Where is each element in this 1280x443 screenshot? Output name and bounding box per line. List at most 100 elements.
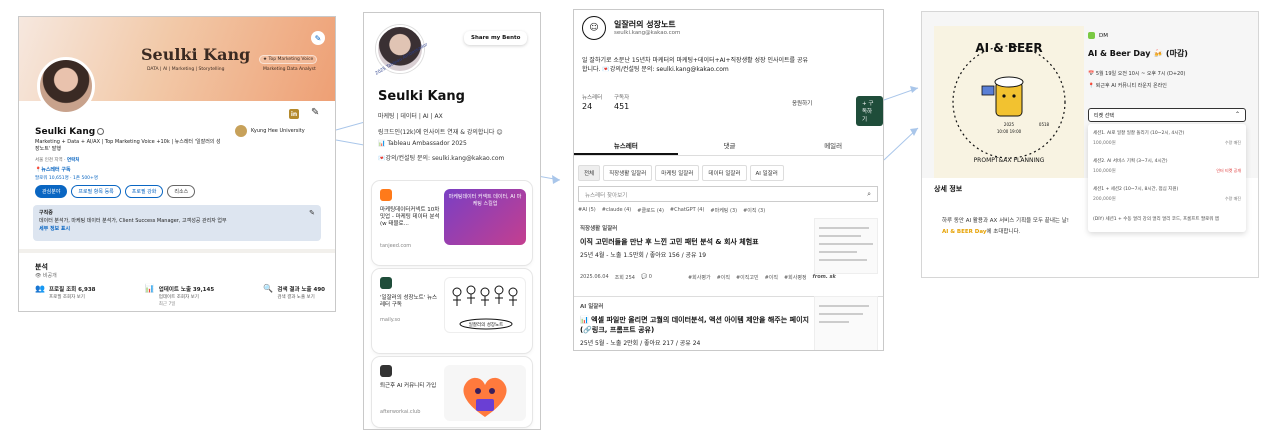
newsletter-search-input[interactable]: 뉴스레터 찾아보기 ⌕: [578, 186, 878, 202]
chip-all[interactable]: 전체: [578, 165, 601, 181]
tag[interactable]: #클로드 (4): [637, 207, 664, 214]
tag[interactable]: #마케팅 (3): [710, 207, 737, 214]
tag[interactable]: #ChatGPT (4): [670, 207, 705, 214]
newsletter-subscribe-link[interactable]: 📍뉴스레터 구독: [35, 166, 71, 173]
stat-sub: 프로필 조회자 보기: [48, 295, 85, 300]
thumbnail-caption: 일잘러의 성장노트: [469, 321, 504, 328]
profile-name: Seulki Kang: [35, 127, 105, 137]
bento-card-community[interactable]: 퇴근후 AI 커뮤니티 가입 afterworkai.club: [372, 357, 532, 427]
school-link[interactable]: Kyung Hee University: [235, 125, 305, 137]
share-bento-button[interactable]: Share my Bento: [464, 31, 528, 45]
bento-profile-panel: 2025 Tableau Ambassador Share my Bento S…: [363, 12, 541, 430]
tag[interactable]: #claude (4): [602, 207, 631, 214]
chip-marketing[interactable]: 마케팅 일잘러: [655, 165, 700, 181]
maily-icon: [380, 277, 392, 289]
resources-button[interactable]: 리소스: [167, 185, 196, 198]
tag-list: #AI (5) #claude (4) #클로드 (4) #ChatGPT (4…: [578, 207, 765, 214]
ticket-option[interactable]: 세션1 + 세션2 (10~7시, 8시간, 점심 지원) 200,000원 수…: [1093, 186, 1241, 202]
detail-title: 상세 정보: [934, 185, 963, 193]
poster-subtitle: PROMPT&AX PLANNING: [974, 157, 1045, 164]
bento-card-newsletter[interactable]: '일잘러의 성장노트' 뉴스레터 구독 maily.so 일잘러의 성장노트: [372, 269, 532, 353]
newsletter-panel: ☺ 일잘러의 성장노트 seulki.kang@kakao.com 일 잘하기로…: [573, 9, 884, 351]
post-tag[interactable]: #회사평정: [784, 274, 807, 281]
card-url: tanjeed.com: [380, 243, 412, 249]
card-title: '일잘러의 성장노트' 뉴스레터 구독: [380, 295, 438, 308]
contact-info-link[interactable]: 연락처: [67, 158, 79, 163]
tab-mailer[interactable]: 메일러: [781, 134, 883, 155]
post-author: from. sk: [812, 274, 836, 280]
tab-comments[interactable]: 댓글: [678, 134, 782, 155]
ticket-select[interactable]: 티켓 선택 ⌃: [1088, 108, 1246, 122]
post-comments: 💬 0: [640, 274, 652, 280]
chip-data[interactable]: 데이터 일잘러: [702, 165, 747, 181]
search-icon[interactable]: ⌕: [867, 190, 871, 199]
bento-roles: 마케팅 | 데이터 | AI | AX: [378, 113, 443, 120]
event-host[interactable]: DM: [1088, 32, 1108, 39]
post-tag[interactable]: #이직: [717, 274, 730, 281]
add-profile-section-button[interactable]: 프로필 항목 등록: [71, 185, 121, 198]
post-tag[interactable]: #이직: [765, 274, 778, 281]
post-thumbnail: [814, 296, 878, 350]
community-icon: [380, 365, 392, 377]
chevron-up-icon: ⌃: [1234, 111, 1240, 118]
ticket-option[interactable]: (DIY) 세션1 + 수동 얼리 강의 얼리 얼리 코드, 프롬프트 팔로워 …: [1093, 216, 1241, 222]
stat-search-appearances[interactable]: 🔍 검색 결과 노출 490 검색 결과 노출 보기: [263, 285, 325, 307]
people-icon: 👥: [35, 284, 45, 293]
linkedin-logo-icon[interactable]: in: [289, 109, 299, 119]
crowd-illustration-icon: 일잘러의 성장노트: [452, 285, 518, 330]
option-status: 수량 매진: [1225, 196, 1241, 201]
post-item[interactable]: AI 일잘러 📊 엑셀 파일만 올리면 고퀄의 데이터분석, 액션 아이템 제안…: [580, 302, 810, 347]
newsletter-logo-icon: ☺: [582, 16, 606, 40]
event-poster: AI & BEER PROMPT&AX PLANNING 2025 10:00 …: [934, 26, 1084, 178]
avatar[interactable]: [37, 57, 95, 115]
edit-open-to-work-icon[interactable]: ✎: [309, 209, 315, 217]
post-tag[interactable]: #이직고민: [736, 274, 759, 281]
interests-button[interactable]: 관심분야: [35, 185, 68, 198]
open-to-work-box: 구직중 데이터 분석가, 마케팅 데이터 분석가, Client Success…: [33, 205, 321, 241]
subscribe-button[interactable]: + 구독하기: [856, 96, 883, 126]
stat-sub: 검색 결과 노출 보기: [277, 295, 315, 300]
card-title: 퇴근후 AI 커뮤니티 가입: [380, 383, 437, 389]
edit-profile-icon[interactable]: ✎: [311, 107, 319, 118]
stat-post-impressions[interactable]: 📊 업데이트 노출 39,145 업데이트 조회자 보기 최근 7일: [145, 285, 215, 308]
host-name: DM: [1099, 32, 1108, 39]
event-location[interactable]: 📍 퇴근후 AI 커뮤니티 라운지 온라인: [1088, 82, 1167, 89]
card-thumbnail: [444, 365, 526, 421]
card-url: maily.so: [380, 317, 401, 323]
post-item[interactable]: 직장생활 일잘러 이직 고민러들을 만난 후 느낀 고민 패턴 분석 & 회사 …: [580, 224, 810, 259]
bento-card-meetup[interactable]: 마케팅데이터커넥트 10차 밋업 - 마케팅 데이터 분석 (w 태블로... …: [372, 181, 532, 265]
profile-headline: Marketing + Data + AI/AX | Top Marketing…: [35, 139, 221, 152]
school-logo-icon: [235, 125, 247, 137]
show-details-link[interactable]: 세부 정보 표시: [39, 225, 315, 232]
card-thumbnail: 마케팅데이터 커넥트 데이터, AI 마케팅 스킬업: [444, 189, 526, 245]
support-button[interactable]: 응원하기: [792, 99, 812, 107]
meetup-icon: [380, 189, 392, 201]
analytics-title: 분석: [35, 263, 48, 271]
search-icon: 🔍: [263, 284, 274, 293]
description-line: AI & BEER Day에 초대합니다.: [942, 229, 1021, 235]
post-date: 2025.06.04: [580, 274, 609, 280]
linkedin-profile-panel: Seulki Kang DATA | AI | Marketing | Stor…: [18, 16, 336, 312]
tag[interactable]: #이직 (3): [743, 207, 765, 214]
chip-ai[interactable]: AI 일잘러: [749, 165, 784, 181]
stat-sub: 업데이트 조회자 보기: [158, 295, 199, 300]
stat-profile-views[interactable]: 👥 프로필 조회 6,938 프로필 조회자 보기: [35, 285, 96, 307]
school-name: Kyung Hee University: [251, 128, 305, 134]
enhance-profile-button[interactable]: 프로필 강화: [124, 185, 164, 198]
verified-icon: [97, 128, 105, 135]
profile-actions: 관심분야 프로필 항목 등록 프로필 강화 리소스: [35, 185, 196, 198]
section-divider: [19, 249, 335, 253]
event-description: 하루 동안 AI 활용과 AX 서비스 기획을 모두 끝내는 날! AI & B…: [942, 216, 1069, 238]
ticket-option[interactable]: 세션1. AI로 일잘 일잘 돌리기 (10~2시, 4시간) 100,000원…: [1093, 130, 1241, 146]
chip-career[interactable]: 직장생활 일잘러: [603, 165, 653, 181]
card-url: afterworkai.club: [380, 409, 421, 415]
stat-value: 업데이트 노출 39,145: [158, 287, 215, 293]
count-value: 451: [614, 102, 630, 111]
tag[interactable]: #AI (5): [578, 207, 596, 214]
ticket-option[interactable]: 세션2. AI 서비스 기획 (3~7시, 4시간) 100,000원 인터 티…: [1093, 158, 1241, 174]
followers-count[interactable]: 팔로워 10,651명 · 1촌 500+명: [35, 175, 98, 181]
edit-banner-icon[interactable]: ✎: [311, 31, 325, 45]
post-tag[interactable]: #회사평가: [688, 274, 711, 281]
option-status: 인터 티켓 공개: [1216, 168, 1241, 173]
tab-newsletter[interactable]: 뉴스레터: [574, 134, 678, 155]
